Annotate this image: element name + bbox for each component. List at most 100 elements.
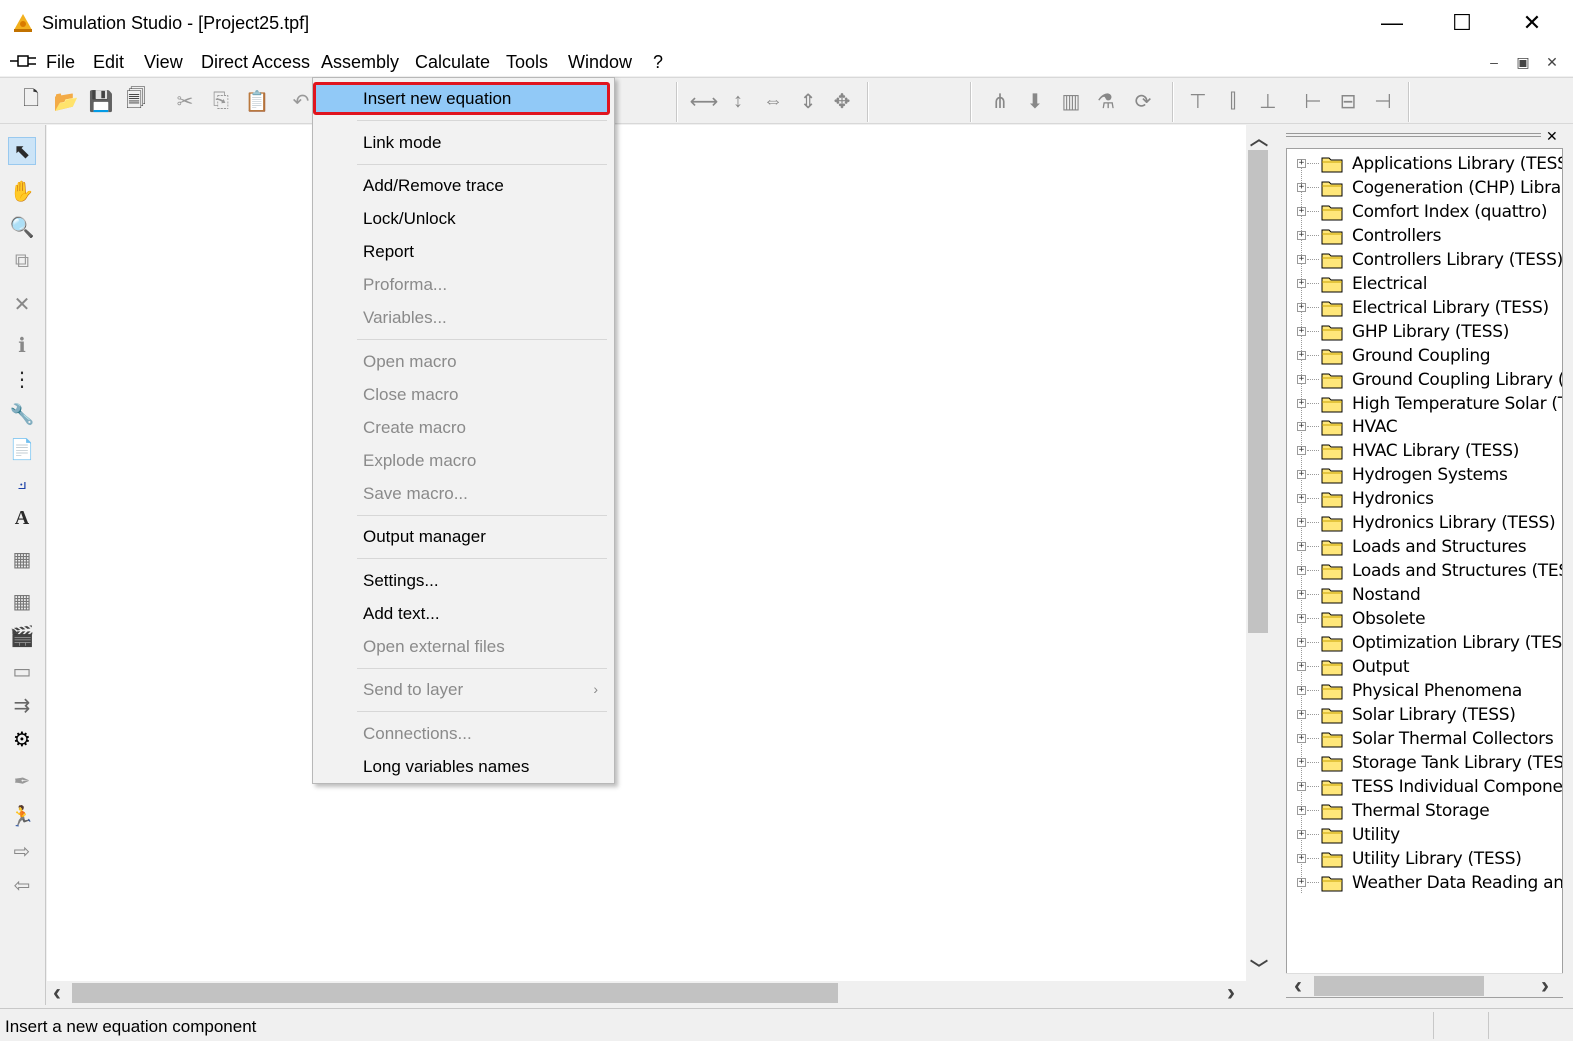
maximize-button[interactable]: ☐ [1427, 0, 1497, 46]
expand-icon[interactable]: + [1297, 230, 1306, 240]
info-icon[interactable]: ℹ [8, 331, 36, 359]
tree-item[interactable]: + Hydrogen Systems [1287, 463, 1562, 487]
tree-item[interactable]: + Applications Library (TESS) [1287, 152, 1562, 176]
expand-icon[interactable]: + [1297, 326, 1306, 336]
tree-horizontal-scrollbar[interactable]: ‹ › [1286, 972, 1563, 1000]
same-height-icon[interactable]: ⇕ [795, 88, 821, 114]
expand-icon[interactable]: + [1297, 829, 1306, 839]
menu-item-explode-macro[interactable]: Explode macro [313, 444, 614, 477]
tree-item[interactable]: + Nostand [1287, 583, 1562, 607]
table-icon[interactable]: ▥ [1058, 88, 1084, 114]
tree-item[interactable]: + HVAC [1287, 415, 1562, 439]
align-bottom-icon[interactable]: ⊥ [1255, 88, 1281, 114]
tree-item[interactable]: + Obsolete [1287, 607, 1562, 631]
wrench-icon[interactable]: 🔧 [8, 400, 36, 428]
menu-item-add-remove-trace[interactable]: Add/Remove trace [313, 169, 614, 202]
menu-edit[interactable]: Edit [87, 50, 130, 74]
flask-icon[interactable]: ⚗ [1093, 88, 1119, 114]
expand-icon[interactable]: + [1297, 805, 1306, 815]
menu-item-insert-new-equation[interactable]: Insert new equation [313, 82, 614, 115]
tree-item[interactable]: + Ground Coupling [1287, 344, 1562, 368]
export-icon[interactable]: ⇉ [8, 691, 36, 719]
expand-icon[interactable]: + [1297, 614, 1306, 624]
menu-file[interactable]: File [40, 50, 81, 74]
menu-item-close-macro[interactable]: Close macro [313, 378, 614, 411]
menu-tools[interactable]: Tools [500, 50, 554, 74]
canvas-vertical-scrollbar[interactable]: ︿ ﹀ [1246, 125, 1270, 981]
tree-item[interactable]: + Cogeneration (CHP) Library (T [1287, 176, 1562, 200]
menu-item-lock-unlock[interactable]: Lock/Unlock [313, 202, 614, 235]
panel-grip[interactable] [1286, 133, 1541, 137]
movie-icon[interactable]: 🎬 [8, 622, 36, 650]
menu-item-output-manager[interactable]: Output manager [313, 520, 614, 553]
tree-item[interactable]: + Weather Data Reading and P [1287, 871, 1562, 895]
expand-icon[interactable]: + [1297, 733, 1306, 743]
menu-item-open-macro[interactable]: Open macro [313, 345, 614, 378]
menu-window[interactable]: Window [562, 50, 638, 74]
menu-item-long-variables-names[interactable]: Long variables names [313, 750, 614, 783]
tree-item[interactable]: + Loads and Structures (TESS) [1287, 559, 1562, 583]
tree-item[interactable]: + High Temperature Solar (TES [1287, 392, 1562, 416]
expand-icon[interactable]: + [1297, 494, 1306, 504]
menu-assembly[interactable]: Assembly [315, 50, 405, 74]
expand-icon[interactable]: + [1297, 470, 1306, 480]
expand-icon[interactable]: + [1297, 518, 1306, 528]
same-size-icon[interactable]: ✥ [829, 88, 855, 114]
tree-item[interactable]: + Solar Thermal Collectors [1287, 727, 1562, 751]
link-icon[interactable]: ⟓ [8, 469, 36, 497]
tree-item[interactable]: + Optimization Library (TESS) [1287, 631, 1562, 655]
menu-item-add-text[interactable]: Add text... [313, 597, 614, 630]
menu-item-save-macro[interactable]: Save macro... [313, 477, 614, 510]
tree-item[interactable]: + Thermal Storage [1287, 799, 1562, 823]
align-v-distance-icon[interactable]: ↕ [725, 88, 751, 114]
vertical-scroll-thumb[interactable] [1248, 150, 1268, 633]
horizontal-scroll-thumb[interactable] [72, 983, 838, 1003]
tree-item[interactable]: + Utility [1287, 823, 1562, 847]
macro-icon[interactable]: ▦ [8, 545, 36, 573]
menu-help[interactable]: ? [647, 50, 669, 74]
expand-icon[interactable]: + [1297, 685, 1306, 695]
tree-item[interactable]: + Hydronics [1287, 487, 1562, 511]
expand-icon[interactable]: + [1297, 182, 1306, 192]
mdi-restore-button[interactable]: ▣ [1512, 52, 1534, 72]
menu-item-settings[interactable]: Settings... [313, 564, 614, 597]
tree-item[interactable]: + Comfort Index (quattro) [1287, 200, 1562, 224]
expand-icon[interactable]: + [1297, 542, 1306, 552]
copy-icon[interactable]: ⎘ [208, 88, 234, 114]
settings-gear-icon[interactable]: ⚙ [8, 725, 36, 753]
undo-icon[interactable]: ↶ [288, 88, 314, 114]
menu-item-connections[interactable]: Connections... [313, 717, 614, 750]
expand-icon[interactable]: + [1297, 206, 1306, 216]
expand-icon[interactable]: + [1297, 709, 1306, 719]
file-export-icon[interactable]: ⇨ [8, 837, 36, 865]
menu-item-variables[interactable]: Variables... [313, 301, 614, 334]
expand-icon[interactable]: + [1297, 374, 1306, 384]
menu-calculate[interactable]: Calculate [409, 50, 496, 74]
panel-close-icon[interactable]: ✕ [1546, 128, 1558, 145]
expand-icon[interactable]: + [1297, 566, 1306, 576]
tree-item[interactable]: + Storage Tank Library (TESS) [1287, 751, 1562, 775]
tree-item[interactable]: + Loads and Structures [1287, 535, 1562, 559]
zoom-icon[interactable]: 🔍 [8, 213, 36, 241]
menu-item-open-external-files[interactable]: Open external files [313, 630, 614, 663]
expand-icon[interactable]: + [1297, 278, 1306, 288]
tree-item[interactable]: + Controllers Library (TESS) [1287, 248, 1562, 272]
tree-item[interactable]: + Solar Library (TESS) [1287, 703, 1562, 727]
save-all-icon[interactable]: 🗐 [123, 88, 149, 114]
tree-scroll-left-icon[interactable]: ‹ [1294, 972, 1302, 1000]
tree-item[interactable]: + Electrical Library (TESS) [1287, 296, 1562, 320]
align-middle-icon[interactable]: ⫿ [1220, 88, 1246, 114]
expand-icon[interactable]: + [1297, 590, 1306, 600]
delete-icon[interactable]: ✕ [8, 290, 36, 318]
menu-view[interactable]: View [138, 50, 189, 74]
tree-item[interactable]: + GHP Library (TESS) [1287, 320, 1562, 344]
tree-scroll-right-icon[interactable]: › [1541, 972, 1549, 1000]
tree-item[interactable]: + Electrical [1287, 272, 1562, 296]
file-import-icon[interactable]: ⇦ [8, 871, 36, 899]
expand-icon[interactable]: + [1297, 781, 1306, 791]
tree-item[interactable]: + Utility Library (TESS) [1287, 847, 1562, 871]
expand-icon[interactable]: + [1297, 853, 1306, 863]
align-center-icon[interactable]: ⊟ [1335, 88, 1361, 114]
tree-item[interactable]: + Physical Phenomena [1287, 679, 1562, 703]
mdi-close-button[interactable]: ✕ [1541, 52, 1563, 72]
